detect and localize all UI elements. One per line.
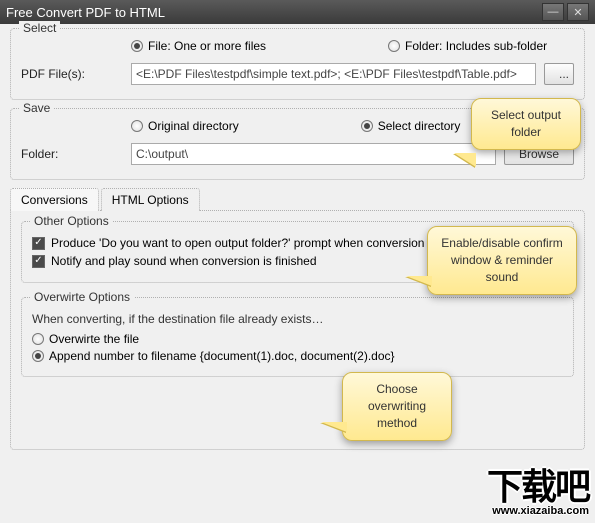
select-group: Select File: One or more files Folder: I… <box>10 28 585 100</box>
callout-text: Choose overwriting method <box>368 382 426 430</box>
original-dir-radio[interactable]: Original directory <box>131 119 239 133</box>
radio-icon <box>32 350 44 362</box>
radio-icon <box>32 333 44 345</box>
append-number-radio[interactable]: Append number to filename {document(1).d… <box>32 349 563 363</box>
folder-input[interactable] <box>131 143 496 165</box>
select-legend: Select <box>19 21 60 35</box>
other-options-legend: Other Options <box>30 214 113 228</box>
radio-icon <box>388 40 400 52</box>
callout-text: Select output folder <box>491 108 561 139</box>
close-button[interactable]: ✕ <box>567 3 589 21</box>
folder-radio-label: Folder: Includes sub-folder <box>405 39 547 53</box>
overwrite-file-label: Overwirte the file <box>49 332 139 346</box>
original-dir-label: Original directory <box>148 119 239 133</box>
checkbox-icon <box>32 255 45 268</box>
callout-select-output: Select output folder <box>471 98 581 150</box>
append-number-label: Append number to filename {document(1).d… <box>49 349 395 363</box>
overwrite-legend: Overwirte Options <box>30 290 134 304</box>
callout-overwrite: Choose overwriting method <box>342 372 452 441</box>
pdf-files-input[interactable] <box>131 63 536 85</box>
callout-tail-icon <box>406 276 432 286</box>
overwrite-file-radio[interactable]: Overwirte the file <box>32 332 563 346</box>
tab-conversions[interactable]: Conversions <box>10 188 99 211</box>
titlebar: Free Convert PDF to HTML — ✕ <box>0 0 595 24</box>
overwrite-options-group: Overwirte Options When converting, if th… <box>21 297 574 377</box>
watermark-text: 下载吧 <box>487 469 589 505</box>
tabs: Conversions HTML Options <box>10 188 585 211</box>
radio-icon <box>131 40 143 52</box>
notify-label: Notify and play sound when conversion is… <box>51 254 317 268</box>
save-legend: Save <box>19 101 54 115</box>
window-title: Free Convert PDF to HTML <box>6 5 539 20</box>
minimize-button[interactable]: — <box>542 3 564 21</box>
folder-label: Folder: <box>21 147 131 161</box>
callout-enable-disable: Enable/disable confirm window & reminder… <box>427 226 577 295</box>
pdf-files-label: PDF File(s): <box>21 67 131 81</box>
select-dir-label: Select directory <box>378 119 461 133</box>
callout-tail-icon <box>321 422 347 432</box>
watermark-url: www.xiazaiba.com <box>487 505 589 517</box>
file-radio[interactable]: File: One or more files <box>131 39 266 53</box>
callout-text: Enable/disable confirm window & reminder… <box>441 236 562 284</box>
prompt-label: Produce 'Do you want to open output fold… <box>51 236 481 250</box>
overwrite-desc: When converting, if the destination file… <box>32 312 563 326</box>
radio-icon <box>131 120 143 132</box>
radio-icon <box>361 120 373 132</box>
checkbox-icon <box>32 237 45 250</box>
select-dir-radio[interactable]: Select directory <box>361 119 461 133</box>
file-radio-label: File: One or more files <box>148 39 266 53</box>
watermark: 下载吧 www.xiazaiba.com <box>487 469 589 517</box>
folder-radio[interactable]: Folder: Includes sub-folder <box>388 39 547 53</box>
callout-tail-icon <box>454 153 476 167</box>
tab-html-options[interactable]: HTML Options <box>101 188 200 211</box>
pdf-browse-button[interactable]: ... <box>544 63 574 85</box>
